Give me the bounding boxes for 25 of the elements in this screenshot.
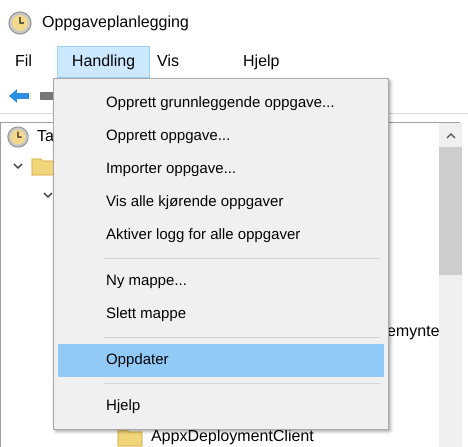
menu-option[interactable]: Aktiver logg for alle oppgaver xyxy=(58,219,384,252)
scrollbar[interactable] xyxy=(439,123,462,447)
menu-option[interactable]: Importer oppgave... xyxy=(58,153,384,186)
chevron-down-icon[interactable] xyxy=(13,161,23,172)
window-title: Oppgaveplanlegging xyxy=(42,13,189,33)
menu-option[interactable]: Opprett oppgave... xyxy=(58,120,384,153)
menu-option[interactable]: Vis alle kjørende oppgaver xyxy=(58,186,384,219)
menu-item[interactable]: Fil xyxy=(0,46,57,78)
menu-item[interactable]: Vis xyxy=(150,46,220,78)
menu-option[interactable]: Oppdater xyxy=(58,344,384,377)
chevron-down-icon[interactable] xyxy=(43,190,53,200)
scrollbar-thumb[interactable] xyxy=(439,147,462,275)
tree-item[interactable]: emynte xyxy=(387,320,440,344)
clock-icon xyxy=(7,126,29,148)
menu-item[interactable]: Hjelp xyxy=(220,46,302,78)
menu-option[interactable]: Slett mappe xyxy=(58,298,384,331)
menu-option[interactable]: Hjelp xyxy=(58,390,384,423)
clock-icon xyxy=(8,11,32,35)
tree-item[interactable]: Ta xyxy=(37,125,54,150)
menu-option[interactable]: Opprett grunnleggende oppgave... xyxy=(58,87,384,120)
back-arrow-icon[interactable] xyxy=(8,88,30,104)
menu-option[interactable]: Ny mappe... xyxy=(58,265,384,298)
scroll-up-icon[interactable] xyxy=(446,133,456,139)
menu-item[interactable]: Handling xyxy=(56,46,150,78)
toolbar-icon[interactable] xyxy=(40,92,54,100)
